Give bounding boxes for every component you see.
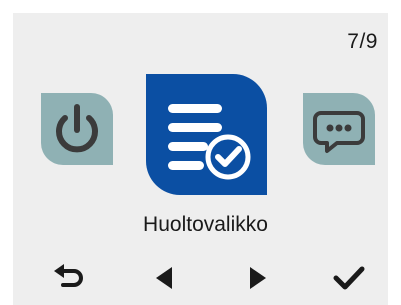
next-button[interactable] bbox=[238, 263, 274, 293]
menu-tile-service[interactable] bbox=[146, 74, 267, 195]
checkmark-icon bbox=[333, 266, 365, 290]
back-button[interactable] bbox=[51, 263, 87, 293]
right-triangle-icon bbox=[250, 267, 266, 289]
message-icon bbox=[313, 111, 365, 153]
device-screen: 7/9 Huoltovalikko bbox=[13, 13, 388, 305]
left-triangle-icon bbox=[156, 267, 172, 289]
confirm-button[interactable] bbox=[331, 263, 367, 293]
selected-menu-label: Huoltovalikko bbox=[143, 213, 268, 236]
menu-tile-messages[interactable] bbox=[303, 93, 375, 165]
power-icon bbox=[56, 104, 98, 153]
page-indicator: 7/9 bbox=[347, 30, 378, 53]
back-arrow-icon bbox=[54, 264, 83, 287]
previous-button[interactable] bbox=[148, 263, 184, 293]
menu-tile-power[interactable] bbox=[41, 93, 113, 165]
service-checklist-icon bbox=[168, 104, 251, 180]
